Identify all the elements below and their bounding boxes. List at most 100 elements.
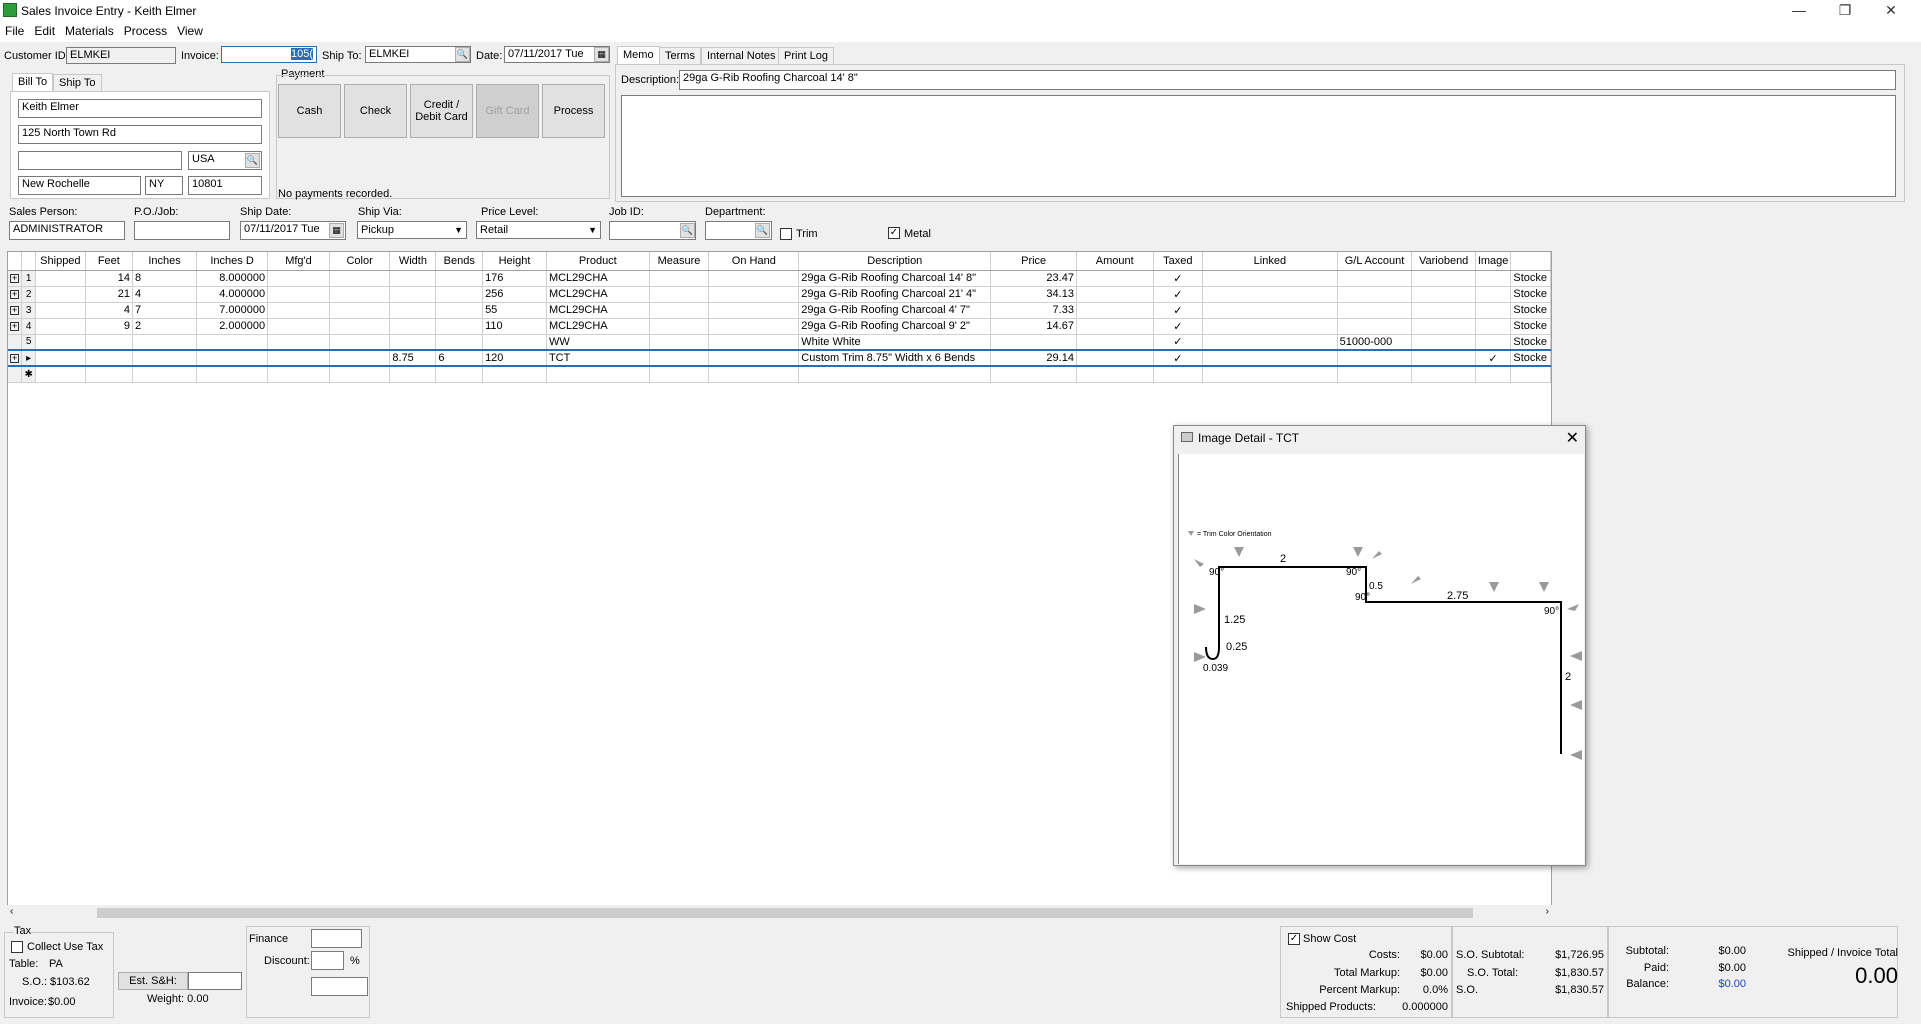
cell-onhand[interactable] bbox=[708, 270, 800, 287]
close-window-button[interactable]: ✕ bbox=[1868, 0, 1914, 22]
header-inches-d[interactable]: Inches D bbox=[196, 252, 269, 271]
header-width[interactable]: Width bbox=[389, 252, 437, 271]
table-row[interactable]: +2 21 4 4.000000 256 MCL29CHA 29ga G-Rib Roofi… bbox=[8, 286, 1551, 303]
header-amount[interactable]: Amount bbox=[1076, 252, 1154, 271]
cell-measure[interactable] bbox=[649, 270, 710, 287]
cell-taxed[interactable]: ✓ bbox=[1153, 334, 1204, 351]
menu-file[interactable]: File bbox=[0, 22, 29, 38]
cell-shipped[interactable] bbox=[35, 270, 86, 287]
country-lookup-icon[interactable]: 🔍 bbox=[245, 153, 260, 168]
cell-color[interactable] bbox=[329, 334, 391, 351]
cell-desc[interactable]: White White bbox=[798, 334, 992, 351]
header-stock[interactable] bbox=[1510, 252, 1551, 271]
cell-shipped[interactable] bbox=[35, 334, 86, 351]
new-cell-product[interactable] bbox=[546, 366, 650, 383]
new-cell-color[interactable] bbox=[329, 366, 391, 383]
cell-mfgd[interactable] bbox=[267, 286, 330, 303]
new-cell-measure[interactable] bbox=[649, 366, 710, 383]
cell-stock[interactable]: Stocke bbox=[1510, 349, 1551, 367]
address-street-field[interactable]: 125 North Town Rd bbox=[18, 125, 262, 144]
cell-mfgd[interactable] bbox=[267, 302, 330, 319]
new-cell-inches[interactable] bbox=[132, 366, 198, 383]
cell-desc[interactable]: Custom Trim 8.75" Width x 6 Bends bbox=[798, 349, 992, 367]
cell-onhand[interactable] bbox=[708, 334, 800, 351]
department-lookup-icon[interactable]: 🔍 bbox=[755, 223, 770, 238]
table-row[interactable]: + ▸ 8.75 6 120 TCT Custom Trim 8.75" Width x 6… bbox=[8, 349, 1551, 367]
est-sh-button[interactable]: Est. S&H: bbox=[118, 972, 188, 990]
header-feet[interactable]: Feet bbox=[85, 252, 133, 271]
new-cell-width[interactable] bbox=[389, 366, 437, 383]
cell-image[interactable] bbox=[1475, 318, 1512, 335]
cell-inchesd[interactable]: 8.000000 bbox=[196, 270, 269, 287]
check-button[interactable]: Check bbox=[344, 84, 407, 138]
process-payment-button[interactable]: Process bbox=[542, 84, 605, 138]
cell-shipped[interactable] bbox=[35, 302, 86, 319]
cell-price[interactable]: 23.47 bbox=[990, 270, 1077, 287]
gift-card-button[interactable]: Gift Card bbox=[476, 84, 539, 138]
cell-inches[interactable]: 4 bbox=[132, 286, 198, 303]
new-cell-onhand[interactable] bbox=[708, 366, 800, 383]
state-field[interactable]: NY bbox=[145, 176, 183, 195]
cell-image[interactable] bbox=[1475, 270, 1512, 287]
cell-linked[interactable] bbox=[1202, 286, 1338, 303]
cell-measure[interactable] bbox=[649, 334, 710, 351]
menu-view[interactable]: View bbox=[172, 22, 208, 38]
cell-bends[interactable] bbox=[435, 286, 484, 303]
cell-amount[interactable] bbox=[1076, 286, 1154, 303]
row-indicator[interactable]: ▸ bbox=[21, 349, 37, 367]
collect-use-tax-checkbox[interactable] bbox=[11, 941, 23, 953]
cell-bends[interactable] bbox=[435, 334, 484, 351]
cell-feet[interactable]: 4 bbox=[85, 302, 133, 319]
price-level-select[interactable]: Retail ▼ bbox=[476, 221, 601, 239]
scroll-left-icon[interactable]: ‹ bbox=[10, 906, 13, 917]
row-indicator[interactable]: 5 bbox=[21, 334, 37, 351]
cell-vario[interactable] bbox=[1411, 270, 1476, 287]
cell-measure[interactable] bbox=[649, 318, 710, 335]
cell-linked[interactable] bbox=[1202, 349, 1338, 367]
cell-bends[interactable]: 6 bbox=[435, 349, 484, 367]
cell-feet[interactable] bbox=[85, 334, 133, 351]
ship-to-lookup-icon[interactable]: 🔍 bbox=[455, 47, 470, 62]
table-row[interactable]: +4 9 2 2.000000 110 MCL29CHA 29ga G-Rib Roofin… bbox=[8, 318, 1551, 335]
new-cell-feet[interactable] bbox=[85, 366, 133, 383]
address-line2-field[interactable] bbox=[18, 151, 182, 170]
cell-stock[interactable]: Stocke bbox=[1510, 334, 1551, 351]
cell-feet[interactable]: 21 bbox=[85, 286, 133, 303]
minimize-button[interactable]: — bbox=[1776, 0, 1822, 22]
cell-feet[interactable]: 9 bbox=[85, 318, 133, 335]
cell-width[interactable] bbox=[389, 270, 437, 287]
po-job-field[interactable] bbox=[134, 221, 230, 240]
header-description[interactable]: Description bbox=[798, 252, 992, 271]
credit-debit-card-button[interactable]: Credit / Debit Card bbox=[410, 84, 473, 138]
new-cell-amount[interactable] bbox=[1076, 366, 1154, 383]
expand-row-icon[interactable]: + bbox=[8, 349, 23, 367]
cell-inchesd[interactable]: 4.000000 bbox=[196, 286, 269, 303]
cell-amount[interactable] bbox=[1076, 302, 1154, 319]
cell-color[interactable] bbox=[329, 270, 391, 287]
cell-height[interactable]: 110 bbox=[482, 318, 547, 335]
cell-linked[interactable] bbox=[1202, 318, 1338, 335]
cell-width[interactable] bbox=[389, 318, 437, 335]
cell-desc[interactable]: 29ga G-Rib Roofing Charcoal 14' 8" bbox=[798, 270, 992, 287]
header-variobend[interactable]: Variobend bbox=[1411, 252, 1476, 271]
cell-taxed[interactable]: ✓ bbox=[1153, 318, 1204, 335]
show-cost-checkbox[interactable]: ✓ bbox=[1288, 933, 1300, 945]
cell-image[interactable] bbox=[1475, 286, 1512, 303]
job-id-lookup-icon[interactable]: 🔍 bbox=[680, 223, 695, 238]
scroll-right-icon[interactable]: › bbox=[1546, 906, 1549, 917]
cell-desc[interactable]: 29ga G-Rib Roofing Charcoal 9' 2" bbox=[798, 318, 992, 335]
header-mfgd[interactable]: Mfg'd bbox=[267, 252, 330, 271]
zip-field[interactable]: 10801 bbox=[188, 176, 262, 195]
cell-linked[interactable] bbox=[1202, 334, 1338, 351]
expand-row-icon[interactable]: + bbox=[8, 286, 23, 303]
cell-amount[interactable] bbox=[1076, 349, 1154, 367]
table-row[interactable]: 5 WW White White ✓ 51000-000 Stocke bbox=[8, 334, 1551, 351]
metal-checkbox[interactable]: ✓ bbox=[888, 227, 900, 239]
cell-color[interactable] bbox=[329, 349, 391, 367]
cell-amount[interactable] bbox=[1076, 270, 1154, 287]
new-cell-linked[interactable] bbox=[1202, 366, 1338, 383]
cell-gl[interactable] bbox=[1337, 318, 1413, 335]
cell-color[interactable] bbox=[329, 302, 391, 319]
header-linked[interactable]: Linked bbox=[1202, 252, 1338, 271]
cell-stock[interactable]: Stocke bbox=[1510, 318, 1551, 335]
